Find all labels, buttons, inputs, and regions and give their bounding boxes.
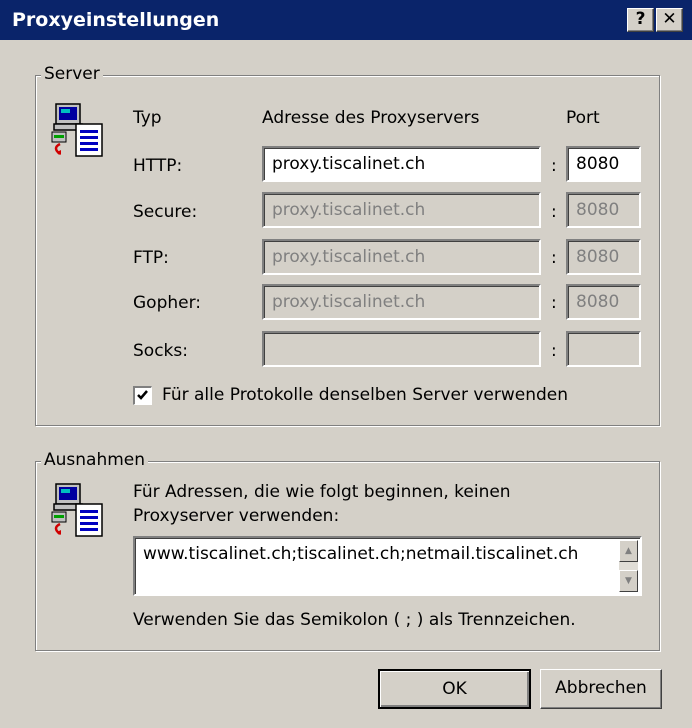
help-button[interactable]: ? [627,8,654,32]
ok-button[interactable]: OK [378,669,531,709]
window-title: Proxyeinstellungen [12,9,220,31]
socks-port-separator: : [551,341,557,361]
scroll-down-button[interactable]: ▼ [619,570,638,592]
scroll-down-arrow-icon: ▼ [625,576,632,586]
gopher-port-separator: : [551,293,557,313]
exceptions-group-label: Ausnahmen [41,450,149,470]
title-bar[interactable]: Proxyeinstellungen ? ✕ [0,0,692,40]
exceptions-textarea-value: www.tiscalinet.ch;tiscalinet.ch;netmail.… [143,544,579,564]
column-header-type: Typ [133,108,162,128]
network-computer-icon [51,483,103,537]
http-port-input[interactable]: 8080 [566,146,641,182]
scroll-up-arrow-icon: ▲ [625,546,632,556]
gopher-address-input[interactable]: proxy.tiscalinet.ch [262,284,541,320]
cancel-button[interactable]: Abbrechen [540,669,662,709]
exceptions-description-line1: Für Adressen, die wie folgt beginnen, ke… [133,482,511,502]
network-computer-icon [51,103,103,157]
socks-address-input[interactable] [262,331,541,367]
same-server-label[interactable]: Für alle Protokolle denselben Server ver… [162,385,568,405]
document-icon [75,503,103,537]
protocol-label-http: HTTP: [133,156,183,176]
http-address-input[interactable]: proxy.tiscalinet.ch [262,146,541,182]
http-port-separator: : [551,156,557,176]
secure-port-separator: : [551,202,557,222]
secure-port-input[interactable]: 8080 [566,192,641,228]
protocol-label-secure: Secure: [133,202,198,222]
ftp-address-input[interactable]: proxy.tiscalinet.ch [262,239,541,275]
exceptions-scrollbar[interactable]: ▲ ▼ [619,540,638,592]
socks-port-input[interactable] [566,331,641,367]
gopher-port-input[interactable]: 8080 [566,284,641,320]
close-button[interactable]: ✕ [656,8,683,32]
ftp-port-separator: : [551,248,557,268]
ftp-port-input[interactable]: 8080 [566,239,641,275]
same-server-checkbox[interactable] [133,386,152,405]
column-header-port: Port [566,108,600,128]
protocol-label-ftp: FTP: [133,248,169,268]
scroll-up-button[interactable]: ▲ [619,540,638,562]
exceptions-hint: Verwenden Sie das Semikolon ( ; ) als Tr… [133,610,576,630]
document-icon [75,123,103,157]
secure-address-input[interactable]: proxy.tiscalinet.ch [262,192,541,228]
server-group-label: Server [41,64,103,84]
protocol-label-socks: Socks: [133,341,188,361]
protocol-label-gopher: Gopher: [133,293,202,313]
exceptions-description-line2: Proxyserver verwenden: [133,506,340,526]
exceptions-textarea[interactable]: www.tiscalinet.ch;tiscalinet.ch;netmail.… [133,536,642,596]
column-header-address: Adresse des Proxyservers [262,108,480,128]
checkmark-icon [137,390,148,400]
